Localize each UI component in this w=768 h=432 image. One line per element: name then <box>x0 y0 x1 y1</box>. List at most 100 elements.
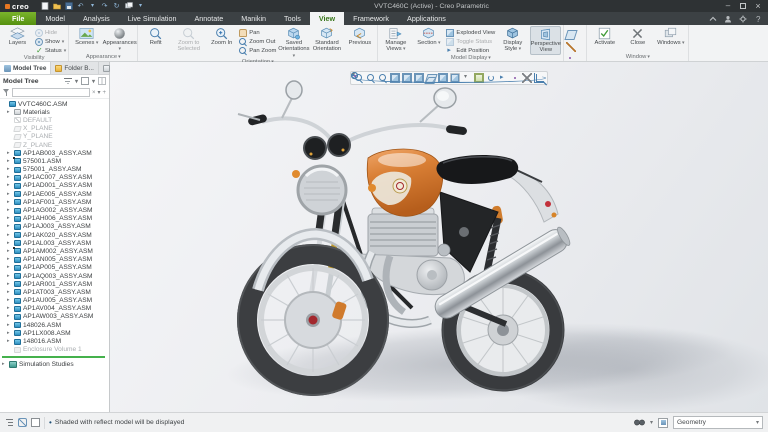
expander-icon[interactable] <box>7 339 12 344</box>
tree-item[interactable]: AP1AW003_ASSY.ASM <box>0 313 109 321</box>
expander-icon[interactable] <box>7 126 12 131</box>
selection-buffer-icon[interactable] <box>658 418 668 428</box>
windows-button[interactable]: Windows <box>655 26 686 46</box>
previous-view-button[interactable]: Previous <box>344 26 375 46</box>
new-file-icon[interactable] <box>40 2 49 11</box>
navigator-tab[interactable]: Folder B... <box>51 62 98 74</box>
tree-item[interactable]: AP1AV004_ASSY.ASM <box>0 305 109 313</box>
expander-icon[interactable] <box>7 257 12 262</box>
expander-icon[interactable] <box>7 134 12 139</box>
handlebar[interactable] <box>238 114 467 148</box>
tree-settings-icon[interactable] <box>81 77 89 85</box>
expander-icon[interactable] <box>7 331 12 336</box>
search-dropdown-icon[interactable] <box>97 89 100 96</box>
tree-item[interactable]: AP1AP005_ASSY.ASM <box>0 264 109 272</box>
standard-orientation-button[interactable]: Standard Orientation <box>311 26 342 53</box>
tree-item[interactable]: VVTC460C.ASM <box>0 100 109 108</box>
expander-icon[interactable] <box>7 306 12 311</box>
expander-icon[interactable] <box>7 200 12 205</box>
expander-icon[interactable] <box>7 282 12 287</box>
tree-item[interactable]: AP1AC007_ASSY.ASM <box>0 174 109 182</box>
open-file-icon[interactable] <box>52 2 61 11</box>
expander-icon[interactable] <box>7 216 12 221</box>
tree-filter-dropdown-icon[interactable] <box>75 78 78 85</box>
regenerate-icon[interactable] <box>112 2 121 11</box>
expander-icon[interactable] <box>7 290 12 295</box>
save-icon[interactable] <box>64 2 73 11</box>
tree-settings-dropdown-icon[interactable] <box>92 78 95 85</box>
user-account-icon[interactable] <box>723 14 732 23</box>
highlight-icon[interactable] <box>510 73 520 83</box>
expander-icon[interactable] <box>7 159 12 164</box>
selection-filter-select[interactable]: Geometry <box>673 416 763 429</box>
tree-item[interactable]: Enclosure Volume 1 <box>0 346 109 354</box>
expander-icon[interactable] <box>7 183 12 188</box>
ribbon-tab[interactable]: Applications <box>398 12 455 25</box>
navigator-tab[interactable]: Model Tree <box>0 62 51 74</box>
scenes-button[interactable]: Scenes <box>71 26 102 46</box>
ribbon-tab[interactable]: File <box>0 12 36 25</box>
refit-button[interactable]: Refit <box>140 26 171 46</box>
expander-icon[interactable] <box>7 167 12 172</box>
ribbon-tab[interactable]: Live Simulation <box>119 12 186 25</box>
collapse-ribbon-icon[interactable] <box>708 14 717 23</box>
help-icon[interactable]: ? <box>753 14 762 23</box>
find-dropdown-icon[interactable] <box>650 419 653 426</box>
windows-switch-icon[interactable] <box>124 2 133 11</box>
find-icon[interactable] <box>634 417 645 428</box>
layers-button[interactable]: Layers <box>2 26 33 46</box>
expander-icon[interactable] <box>7 143 12 148</box>
tree-item[interactable]: AP1AB003_ASSY.ASM <box>0 149 109 157</box>
expander-icon[interactable] <box>7 298 12 303</box>
tree-item[interactable]: X_PLANE <box>0 125 109 133</box>
close-window-button[interactable]: Close <box>622 26 653 46</box>
perspective-view-button[interactable]: Perspective View <box>530 26 561 55</box>
zoom-to-selected-button[interactable]: Zoom to Selected <box>173 26 204 53</box>
expander-icon[interactable] <box>7 110 12 115</box>
expander-icon[interactable] <box>7 265 12 270</box>
toggle-browser-icon[interactable] <box>18 418 27 427</box>
rear-fender[interactable] <box>508 166 558 222</box>
tree-item[interactable]: AP1AE005_ASSY.ASM <box>0 190 109 198</box>
settings-gear-icon[interactable] <box>738 14 747 23</box>
toggle-model-tree-icon[interactable] <box>5 418 14 427</box>
ribbon-tab[interactable]: Model <box>36 12 74 25</box>
tree-item[interactable]: AP1LX008.ASM <box>0 329 109 337</box>
pan-button[interactable]: Pan <box>239 28 276 37</box>
undo-icon[interactable] <box>76 2 85 11</box>
manage-views-button[interactable]: Manage Views <box>380 26 411 53</box>
toggle-status-button[interactable]: Toggle Status <box>446 37 495 46</box>
clear-search-icon[interactable]: × <box>92 90 96 96</box>
expander-icon[interactable] <box>7 208 12 213</box>
minimize-button[interactable] <box>724 2 732 10</box>
tree-item[interactable]: AP1AL003_ASSY.ASM <box>0 239 109 247</box>
saved-orientations-button[interactable]: Saved Orientations <box>278 26 309 59</box>
appearances-button[interactable]: Appearances <box>104 26 135 53</box>
tree-search-input[interactable] <box>12 88 90 97</box>
expander-icon[interactable] <box>2 102 7 107</box>
exploded-view-button[interactable]: Exploded View <box>446 28 495 37</box>
fuel-tank[interactable] <box>367 149 442 216</box>
tree-item[interactable]: AP1AJ003_ASSY.ASM <box>0 223 109 231</box>
tree-item[interactable]: AP1AM002_ASSY.ASM <box>0 247 109 255</box>
ribbon-tab[interactable]: Framework <box>344 12 398 25</box>
add-filter-icon[interactable]: + <box>102 90 106 96</box>
tree-item[interactable]: AP1AU005_ASSY.ASM <box>0 297 109 305</box>
expander-icon[interactable] <box>7 118 12 123</box>
hide-button[interactable]: Hide <box>35 28 66 37</box>
display-style-button[interactable]: Display Style <box>497 26 528 53</box>
expander-icon[interactable] <box>7 314 12 319</box>
tree-item[interactable]: AP1AH006_ASSY.ASM <box>0 215 109 223</box>
expander-icon[interactable] <box>7 192 12 197</box>
expander-icon[interactable] <box>7 323 12 328</box>
spin-center-icon[interactable] <box>486 73 496 83</box>
tree-filter-icon[interactable] <box>64 77 72 85</box>
ribbon-tab[interactable]: Annotate <box>185 12 232 25</box>
pan-zoom-button[interactable]: Pan Zoom <box>239 46 276 55</box>
expander-icon[interactable] <box>7 347 12 352</box>
expander-icon[interactable] <box>7 274 12 279</box>
tree-item[interactable]: AP1AD001_ASSY.ASM <box>0 182 109 190</box>
simulation-studies-item[interactable]: ▸ Simulation Studies <box>0 360 109 369</box>
redo-icon[interactable] <box>100 2 109 11</box>
seat[interactable] <box>436 155 518 184</box>
